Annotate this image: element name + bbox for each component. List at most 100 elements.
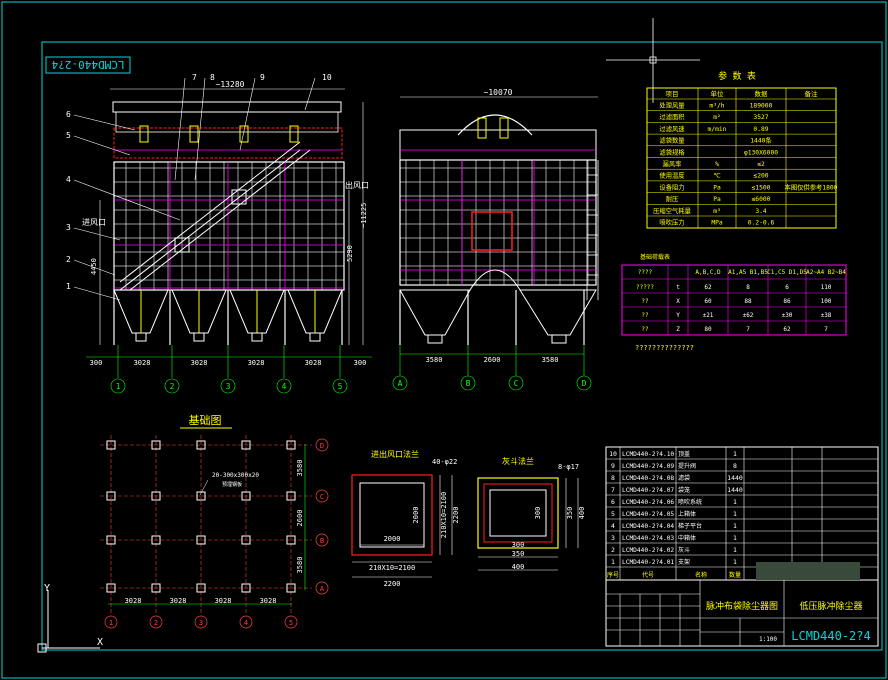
params-cell-name: 过滤面积 xyxy=(659,112,685,121)
front-height-mid: 5290 xyxy=(346,245,354,262)
params-cell-value: 3527 xyxy=(753,114,768,121)
drawing-number-text: LCMD440-2?4 xyxy=(51,58,124,71)
bom-qty: 1 xyxy=(733,546,737,554)
ash-flange-title: 灰斗法兰 xyxy=(502,456,534,466)
bom-no: 3 xyxy=(611,534,615,542)
front-height-right: ~11225 xyxy=(360,203,368,228)
load-row-label: ?? xyxy=(641,312,649,319)
bom-head-no: 序号 xyxy=(607,571,619,579)
load-head-3: C1,C5 D1,D5 xyxy=(767,269,807,276)
bom-qty: 1440 xyxy=(727,486,743,494)
side-overall-width: ~10070 xyxy=(484,88,513,97)
fnd-y-1: 2600 xyxy=(296,510,304,527)
callout-6: 6 xyxy=(66,110,71,119)
front-dim-5: 300 xyxy=(354,359,367,367)
foundation-title: 基础图 xyxy=(189,414,222,427)
bom-qty: 8 xyxy=(733,462,737,470)
bom-head-code: 代号 xyxy=(642,571,654,579)
bom-qty: 1 xyxy=(733,498,737,506)
inner-frame xyxy=(41,41,883,651)
drawing-number-stamp: LCMD440-2?4 xyxy=(45,56,131,74)
params-cell-value: ≤1500 xyxy=(752,184,771,191)
params-cell-name: 压缩空气耗量 xyxy=(653,206,691,215)
load-row-unit: t xyxy=(676,284,680,291)
fnd-col-1: 1 xyxy=(109,619,113,627)
load-row-value: 110 xyxy=(821,284,832,291)
fnd-y-2: 3580 xyxy=(296,557,304,574)
front-axis-1: 1 xyxy=(116,382,121,391)
params-table-title: 参 数 表 xyxy=(718,70,756,82)
bom-no: 4 xyxy=(611,522,615,530)
bom-code: LCMD440-2?4.01 xyxy=(622,559,674,566)
load-head-1: A,B,C,D xyxy=(695,269,721,276)
fnd-x-1: 3028 xyxy=(170,597,187,605)
callout-1: 1 xyxy=(66,282,71,291)
bom-name: 提升阀 xyxy=(678,462,696,470)
front-dim-4: 3028 xyxy=(305,359,322,367)
side-dim-2: 3580 xyxy=(542,356,559,364)
params-cell-name: 漏风率 xyxy=(663,159,682,168)
params-cell-unit: ℃ xyxy=(713,173,720,180)
load-row-label: ?? xyxy=(641,298,649,305)
front-axis-2: 2 xyxy=(170,382,175,391)
load-row-value: 6 xyxy=(785,284,789,291)
inlet-label: 进风口 xyxy=(82,218,106,227)
params-cell-unit: Pa xyxy=(713,184,721,191)
params-cell-value: φ130X6000 xyxy=(744,149,778,156)
load-row-value: 80 xyxy=(704,326,712,333)
inlet-pitch-w: 210X10=2100 xyxy=(369,564,415,572)
params-cell-name: 使用温度 xyxy=(659,171,685,180)
bom-code: LCMD440-2?4.05 xyxy=(622,511,674,518)
front-dim-1: 3028 xyxy=(134,359,151,367)
title-block-drawing-number: LCMD440-2?4 xyxy=(791,629,870,643)
fnd-x-2: 3028 xyxy=(215,597,232,605)
load-row-label: ????? xyxy=(636,284,654,291)
callout-5: 5 xyxy=(66,131,71,140)
fnd-row-D: D xyxy=(320,442,324,450)
bom-no: 8 xyxy=(611,474,615,482)
side-axis-A: A xyxy=(398,379,403,388)
crosshair-cursor xyxy=(606,18,700,103)
front-elevation-view: ~13280 ~11225 5290 4450 出风口 进风口 7 8 9 10… xyxy=(66,73,372,394)
bom-name: 灰斗 xyxy=(678,546,690,554)
load-row-value: 7 xyxy=(824,326,828,333)
params-cell-unit: m³/h xyxy=(709,103,724,110)
load-row-value: ±30 xyxy=(782,312,793,319)
front-axis-3: 3 xyxy=(226,382,231,391)
params-cell-name: 过滤风速 xyxy=(659,124,685,133)
load-row-value: 88 xyxy=(744,298,752,305)
params-cell-unit: Pa xyxy=(713,196,721,203)
params-cell-unit: % xyxy=(715,161,719,168)
bill-of-materials: 10 LCMD440-2?4.10 顶盖 19 LCMD440-2?4.09 提升阀 88 L… xyxy=(605,446,879,581)
bom-name: 袋笼 xyxy=(678,486,690,494)
title-block-product: 低压脉冲除尘器 xyxy=(799,600,862,612)
cad-drawing-canvas[interactable]: LCMD440-2?4 ~13280 ~11225 5290 4450 出风口 … xyxy=(0,0,888,680)
ucs-x-label: X xyxy=(97,637,103,648)
load-head-2: A1,A5 B1,B5 xyxy=(728,269,768,276)
side-axis-B: B xyxy=(466,379,471,388)
params-cell-value: ≤6000 xyxy=(752,196,771,203)
params-header-item: 项目 xyxy=(666,90,679,98)
load-row-value: 7 xyxy=(746,326,750,333)
bom-qty: 1 xyxy=(733,558,737,566)
blurred-logo xyxy=(756,562,860,580)
fnd-col-3: 3 xyxy=(199,619,203,627)
foundation-plan: 基础图 20-300x300x20 预埋钢板 3028 3028 3028 30… xyxy=(100,414,329,629)
params-cell-value: 0.89 xyxy=(753,126,768,133)
params-cell-value: ≤200 xyxy=(753,173,768,180)
load-row-value: 60 xyxy=(704,298,712,305)
bom-no: 9 xyxy=(611,462,615,470)
load-table-title: 基础荷载表 xyxy=(640,253,670,261)
load-row-value: 86 xyxy=(783,298,791,305)
bom-head-name: 名称 xyxy=(695,571,707,579)
params-cell-value: 3.4 xyxy=(755,208,767,215)
bom-qty: 1440 xyxy=(727,474,743,482)
params-header-note: 备注 xyxy=(805,89,819,98)
fnd-col-4: 4 xyxy=(244,619,248,627)
ash-outer-h: 400 xyxy=(578,507,586,520)
front-dim-3: 3028 xyxy=(248,359,265,367)
load-row-unit: Y xyxy=(676,312,680,319)
callout-9: 9 xyxy=(260,73,265,82)
load-row-value: 100 xyxy=(821,298,832,305)
bom-qty: 1 xyxy=(733,450,737,458)
